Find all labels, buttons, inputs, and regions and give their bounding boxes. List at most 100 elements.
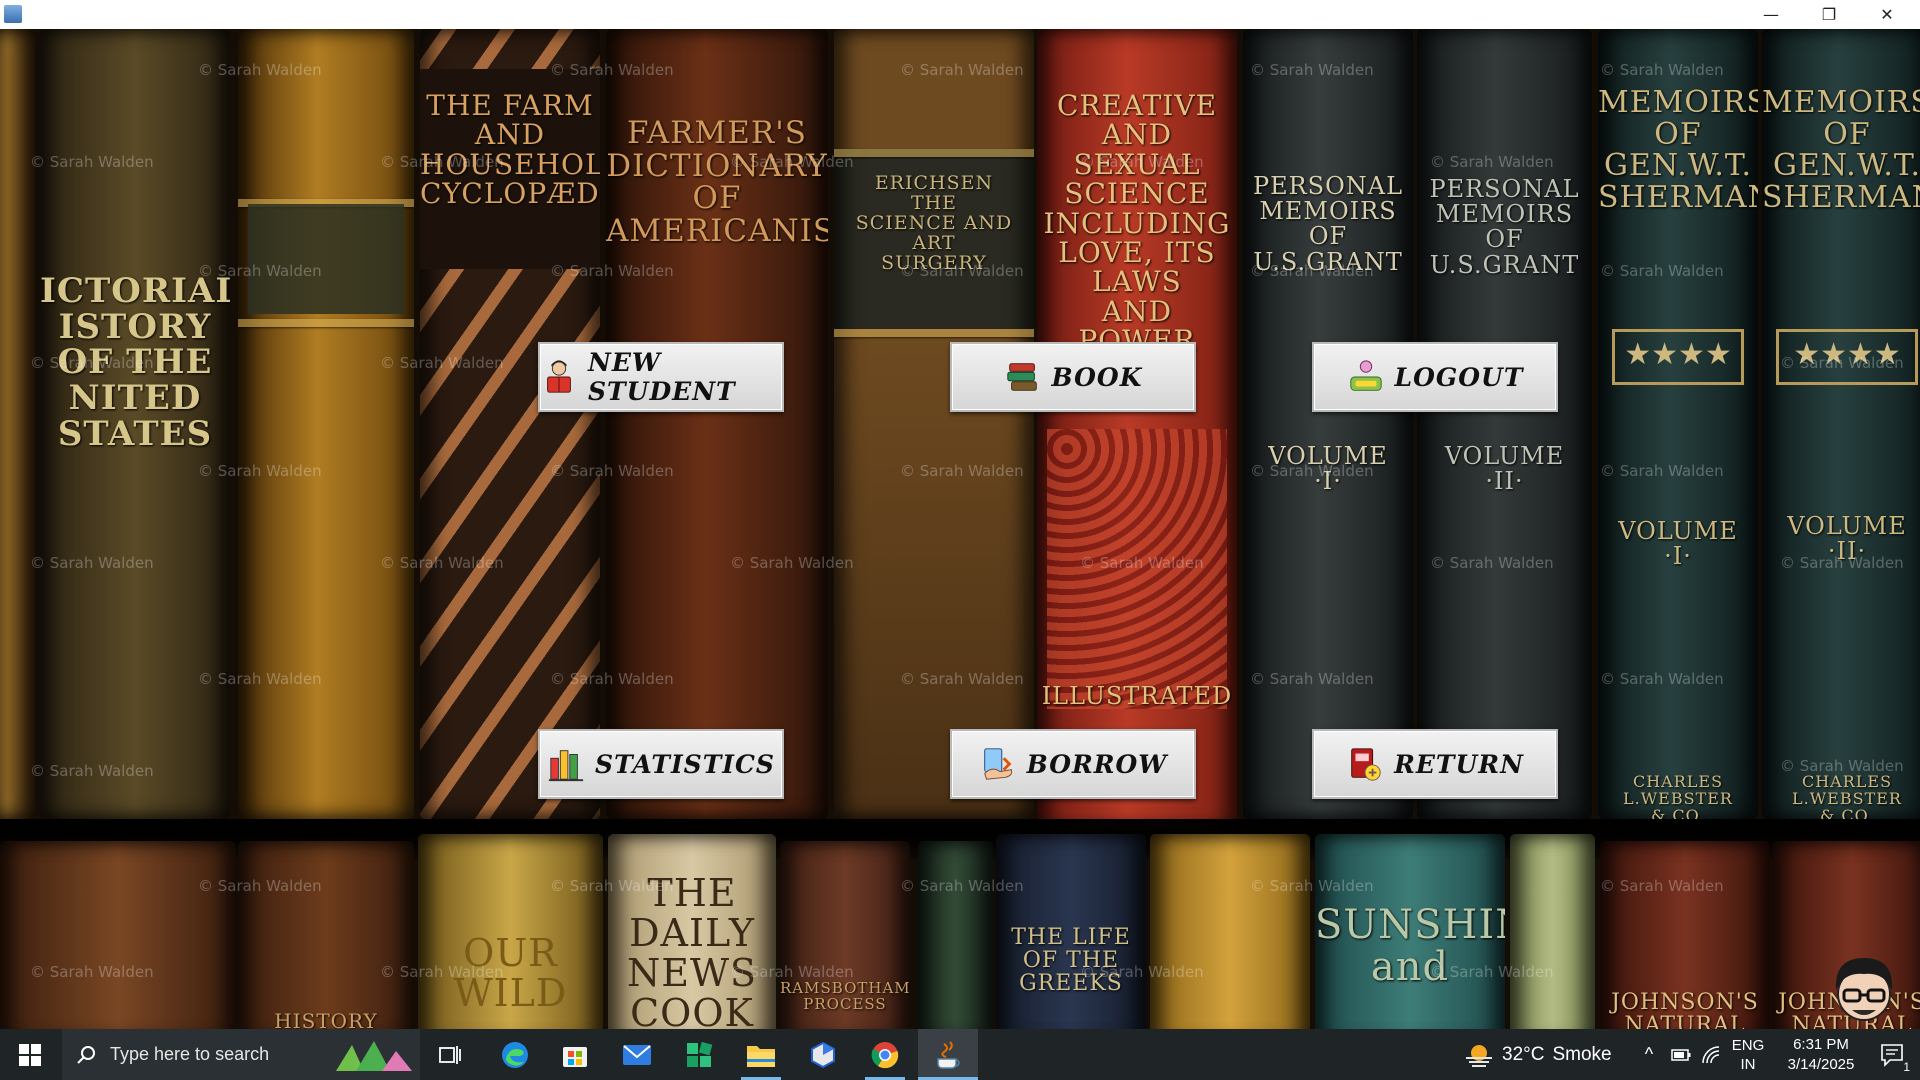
book-spine: FARMER'S DICTIONARY OF AMERICANISMS (606, 29, 828, 819)
watermark-text: © Sarah Walden (1250, 877, 1374, 895)
watermark-text: © Sarah Walden (550, 61, 674, 79)
network-tray[interactable] (1698, 1029, 1724, 1080)
taskbar-chrome[interactable] (860, 1029, 910, 1080)
watermark-text: © Sarah Walden (380, 554, 504, 572)
watermark-text: © Sarah Walden (1430, 963, 1554, 981)
statistics-label: STATISTICS (595, 749, 775, 779)
spine-title: THE DAILY NEWS COOK (626, 871, 758, 1029)
watermark-text: © Sarah Walden (30, 762, 154, 780)
wifi-icon (1702, 1045, 1720, 1063)
watermark-text: © Sarah Walden (730, 153, 854, 171)
watermark-text: © Sarah Walden (1430, 153, 1554, 171)
store-icon (563, 1046, 587, 1067)
watermark-text: © Sarah Walden (198, 877, 322, 895)
borrow-label: BORROW (1026, 749, 1168, 779)
taskbar-app-cube[interactable] (798, 1029, 848, 1080)
restore-button[interactable]: ❐ (1800, 0, 1858, 29)
show-hidden-icons-chevron[interactable]: ^ (1636, 1029, 1662, 1080)
book-spine: ERICHSEN THE SCIENCE AND ART SURGERY (834, 29, 1034, 819)
book-spine: THE DAILY NEWS COOK (608, 834, 776, 1029)
edge-icon (502, 1041, 528, 1068)
search-placeholder: Type here to search (110, 1044, 270, 1064)
clock-time: 6:31 PM (1793, 1035, 1849, 1053)
watermark-text: © Sarah Walden (1250, 462, 1374, 480)
start-button[interactable] (0, 1029, 60, 1080)
logout-label: LOGOUT (1394, 362, 1524, 392)
weather-widget[interactable]: 32°C Smoke (1464, 1029, 1624, 1080)
battery-icon (1671, 1048, 1691, 1061)
search-highlight-image (336, 1040, 412, 1071)
close-button[interactable]: ✕ (1858, 0, 1916, 29)
watermark-text: © Sarah Walden (900, 670, 1024, 688)
book-button[interactable]: BOOK (950, 342, 1196, 412)
clock[interactable]: 6:31 PM 3/14/2025 (1776, 1029, 1866, 1080)
book-spine: MEMOIRS OF GEN.W.T. SHERMAN ★★★★ VOLUME … (1598, 29, 1758, 819)
taskbar-java-app[interactable] (918, 1029, 978, 1080)
chrome-icon (871, 1041, 899, 1068)
spine-title: VOLUME ·I· (1618, 517, 1738, 571)
book-spine: THE LIFE OF THE GREEKS (996, 834, 1146, 1029)
taskbar-app-green[interactable] (674, 1029, 724, 1080)
spine-title: THE LIFE OF THE GREEKS (1011, 925, 1131, 997)
weather-condition: Smoke (1552, 1043, 1612, 1065)
book-spine: MEMOIRS OF GEN.W.T. SHERMAN ★★★★ VOLUME … (1762, 29, 1920, 819)
mail-icon (623, 1044, 651, 1065)
watermark-text: © Sarah Walden (198, 61, 322, 79)
watermark-text: © Sarah Walden (1250, 61, 1374, 79)
watermark-text: © Sarah Walden (1250, 262, 1374, 280)
new-student-label: NEW STUDENT (588, 348, 736, 406)
statistics-button[interactable]: STATISTICS (538, 729, 784, 799)
watermark-text: © Sarah Walden (1600, 262, 1724, 280)
notification-count: 1 (1903, 1060, 1910, 1074)
book-spine: PERSONAL MEMOIRS OF U.S.GRANT VOLUME ·II… (1417, 29, 1592, 819)
watermark-text: © Sarah Walden (900, 61, 1024, 79)
battery-tray[interactable] (1668, 1029, 1694, 1080)
borrow-button[interactable]: BORROW (950, 729, 1196, 799)
book-spine (238, 29, 414, 819)
watermark-text: © Sarah Walden (380, 153, 504, 171)
return-label: RETURN (1394, 749, 1524, 779)
taskbar-edge[interactable] (490, 1029, 540, 1080)
watermark-text: © Sarah Walden (550, 670, 674, 688)
borrow-hand-icon (983, 748, 1012, 780)
spine-title: CREATIVE AND SEXUAL SCIENCE INCLUDING LO… (1043, 89, 1231, 358)
spine-title: VOLUME ·II· (1444, 442, 1565, 496)
watermark-text: © Sarah Walden (1600, 462, 1724, 480)
spine-title: PERSONAL MEMOIRS OF U.S.GRANT (1429, 175, 1580, 279)
book-spine: RAMSBOTHAM'S PROCESS (780, 841, 910, 1029)
new-student-button[interactable]: NEW STUDENT (538, 342, 784, 412)
return-button[interactable]: RETURN (1312, 729, 1558, 799)
app-grid-icon (687, 1041, 713, 1067)
spine-title: MEMOIRS OF GEN.W.T. SHERMAN (1762, 85, 1920, 215)
book-spine: JOHNSON'S NATURAL (1600, 841, 1770, 1029)
watermark-text: © Sarah Walden (1780, 554, 1904, 572)
minimize-button[interactable]: — (1742, 0, 1800, 29)
spine-title: FARMER'S DICTIONARY OF AMERICANISMS (606, 115, 828, 249)
language-indicator[interactable]: ENG IN (1728, 1029, 1768, 1080)
taskbar-file-explorer[interactable] (736, 1029, 786, 1080)
notification-icon (1881, 1043, 1903, 1067)
watermark-text: © Sarah Walden (1600, 61, 1724, 79)
weather-temperature: 32°C (1502, 1043, 1545, 1065)
task-view-button[interactable] (428, 1029, 472, 1080)
weather-sun-haze-icon (1466, 1044, 1492, 1067)
book-spine (918, 841, 993, 1029)
taskbar-store[interactable] (550, 1029, 600, 1080)
action-center-button[interactable]: 1 (1870, 1029, 1914, 1080)
book-spine (1150, 834, 1310, 1029)
book-spine (0, 841, 236, 1029)
watermark-text: © Sarah Walden (198, 262, 322, 280)
watermark-text: © Sarah Walden (30, 354, 154, 372)
book-spine: PERSONAL MEMOIRS OF U.S.GRANT VOLUME ·I· (1243, 29, 1413, 819)
taskbar-mail[interactable] (612, 1029, 662, 1080)
watermark-text: © Sarah Walden (30, 153, 154, 171)
watermark-text: © Sarah Walden (730, 554, 854, 572)
watermark-text: © Sarah Walden (380, 354, 504, 372)
watermark-text: © Sarah Walden (900, 462, 1024, 480)
logout-button[interactable]: LOGOUT (1312, 342, 1558, 412)
watermark-text: © Sarah Walden (550, 877, 674, 895)
region-code: IN (1740, 1055, 1756, 1073)
window-titlebar: — ❐ ✕ (0, 0, 1920, 29)
spine-title: PERSONAL MEMOIRS OF U.S.GRANT (1252, 172, 1404, 276)
taskbar-search-box[interactable]: Type here to search (62, 1029, 420, 1080)
